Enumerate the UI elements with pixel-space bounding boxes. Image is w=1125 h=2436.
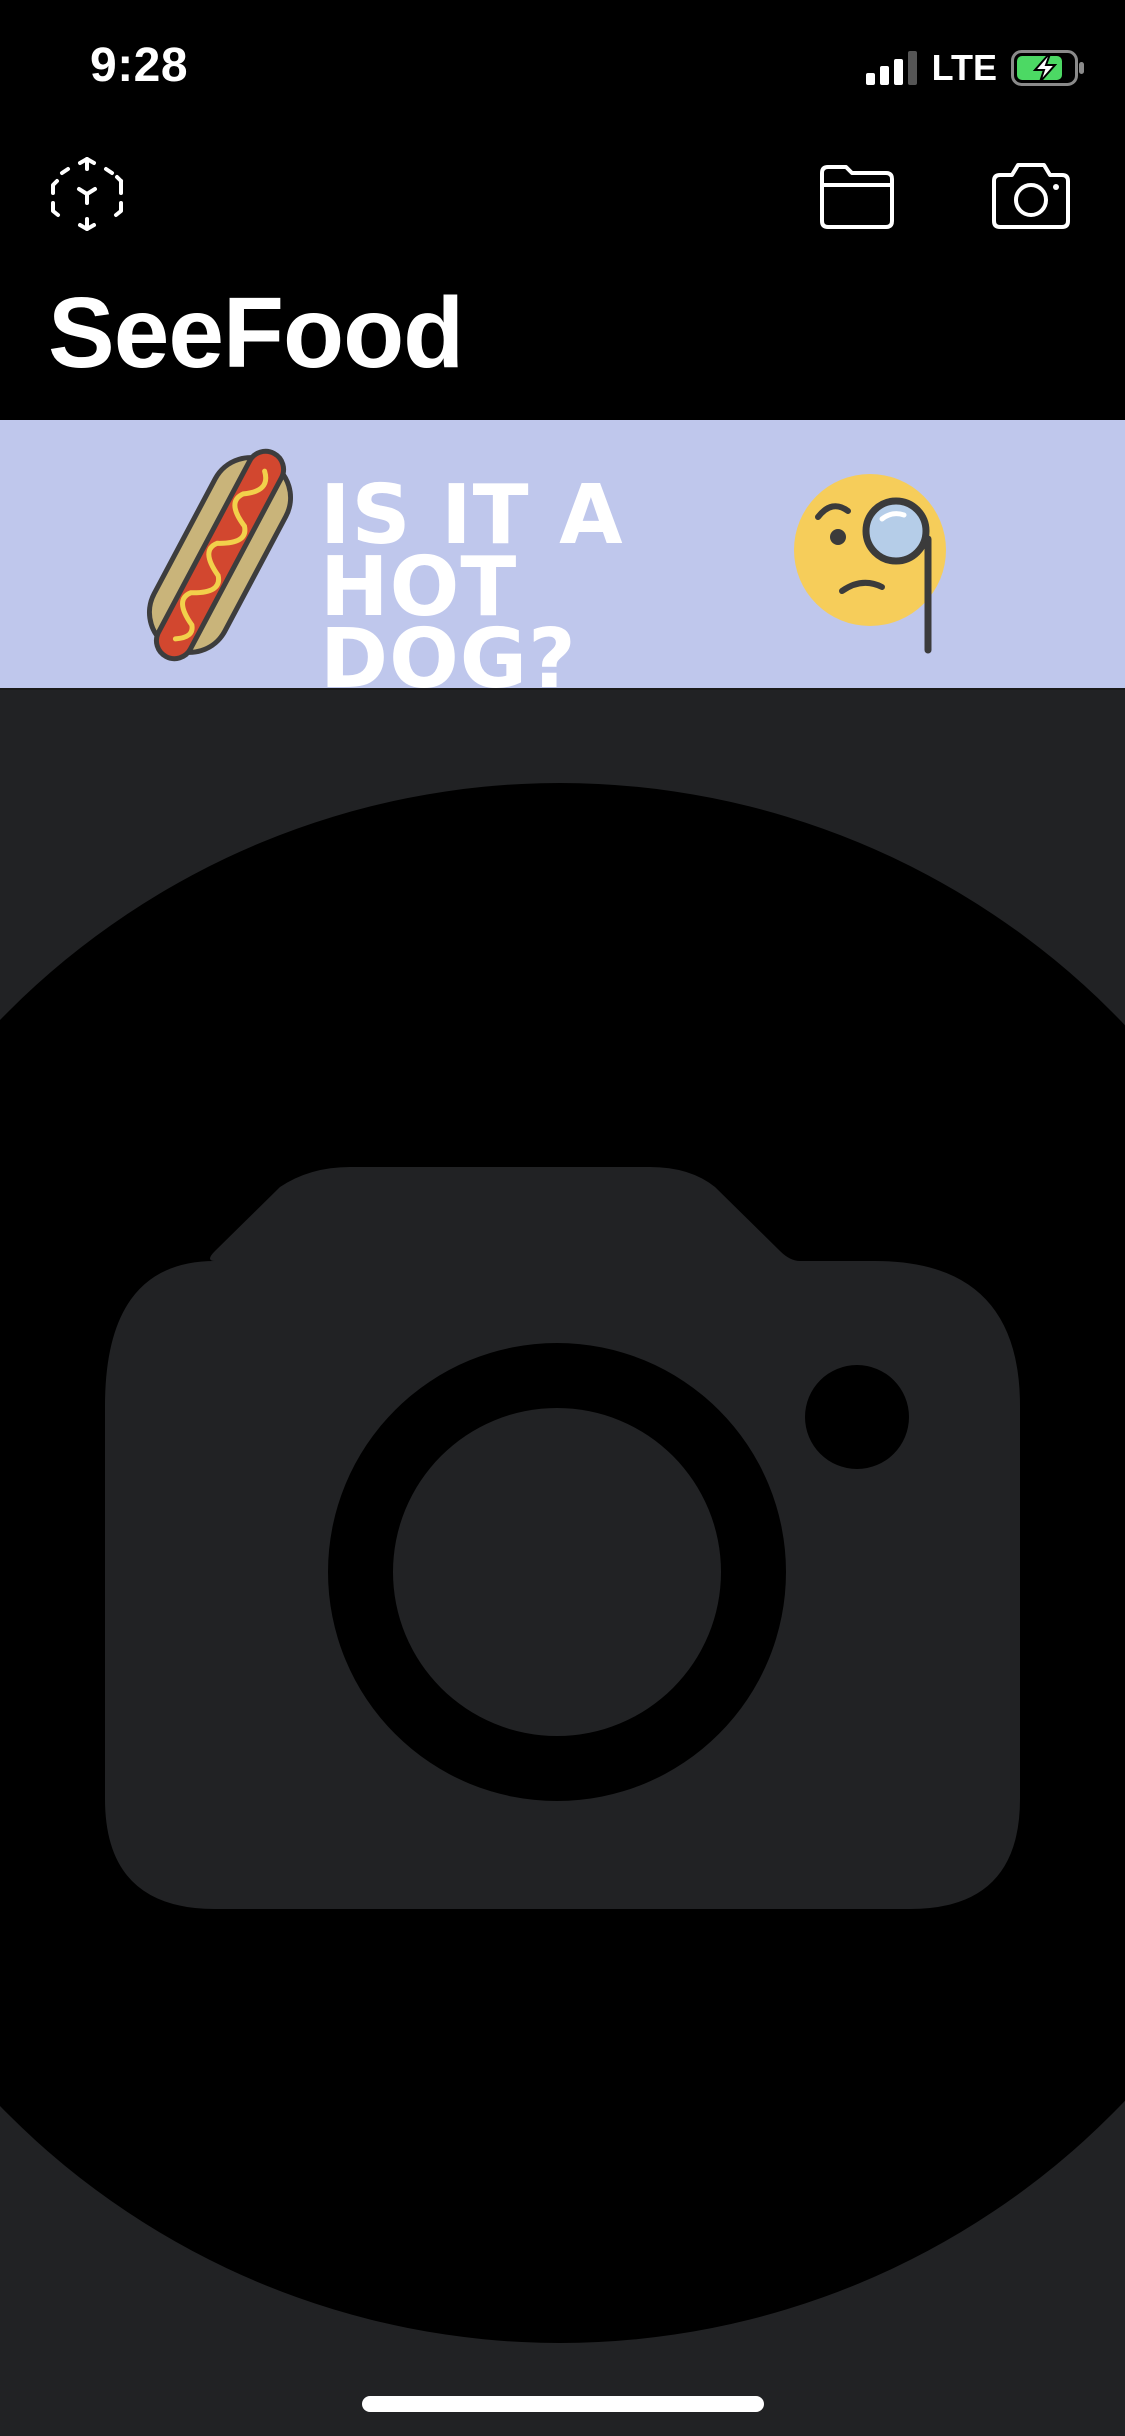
- status-indicators: LTE: [865, 47, 1085, 88]
- status-bar: 9:28 LTE: [0, 0, 1125, 135]
- face-with-monocle-icon: [794, 474, 946, 654]
- cellular-signal-icon: [865, 51, 917, 85]
- camera-placeholder-icon: [0, 783, 1125, 2343]
- folder-button[interactable]: [816, 161, 896, 231]
- network-label: LTE: [931, 47, 997, 88]
- hot-dog-banner: IS IT A HOT DOG?: [0, 420, 1125, 701]
- ar-cube-icon: [51, 157, 123, 231]
- hot-dog-icon: [146, 448, 294, 662]
- page-title: SeeFood: [48, 277, 464, 389]
- camera-icon: [992, 163, 1070, 229]
- navigation-bar: SeeFood: [0, 135, 1125, 420]
- folder-icon: [820, 165, 894, 229]
- ar-button[interactable]: [48, 155, 126, 233]
- camera-button[interactable]: [990, 159, 1072, 231]
- home-indicator[interactable]: [362, 2396, 764, 2412]
- battery-charging-icon: [1011, 50, 1084, 86]
- status-time: 9:28: [90, 39, 189, 92]
- photo-preview-area[interactable]: [0, 690, 1125, 2436]
- banner-text: IS IT A HOT DOG?: [320, 468, 624, 707]
